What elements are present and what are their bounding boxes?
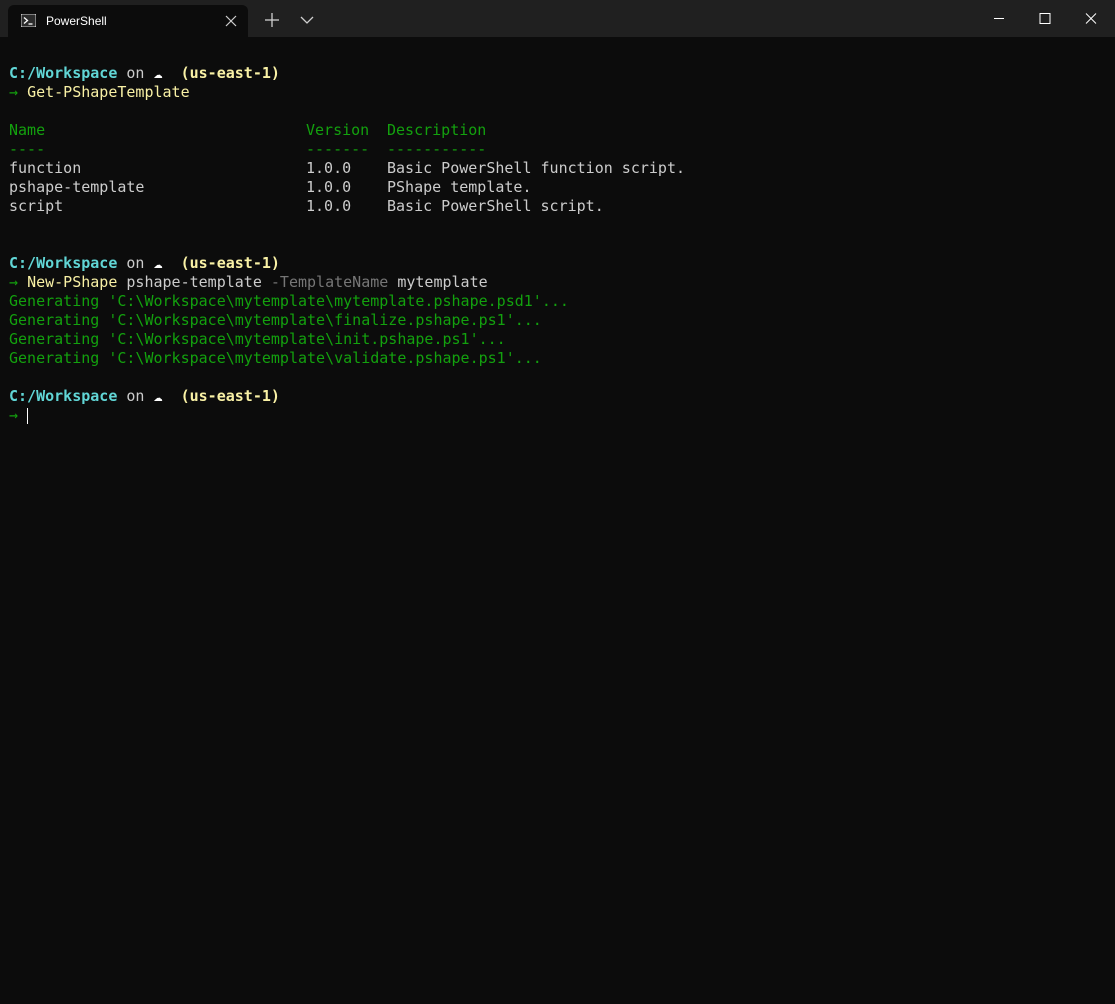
prompt-arrow: → [9,406,19,424]
table-cell-version: 1.0.0 [306,159,352,177]
cloud-icon: ☁ [153,387,163,405]
table-header-name: Name [9,121,46,139]
text-cursor [27,408,28,424]
maximize-icon[interactable] [1022,0,1068,37]
prompt-line: C:/Workspace on ☁ (us-east-1) [9,64,280,83]
table-cell-name: function [9,159,82,177]
table-separator: ------- [306,140,370,158]
prompt-on: on [126,254,145,272]
prompt-path: C:/Workspace [9,64,118,82]
close-icon[interactable] [1068,0,1114,37]
table-cell-description: Basic PowerShell function script. [387,159,686,177]
prompt-path: C:/Workspace [9,254,118,272]
table-separator: ----------- [387,140,487,158]
output-line: Generating 'C:\Workspace\mytemplate\vali… [9,349,542,367]
cloud-icon: ☁ [153,254,163,272]
prompt-line: C:/Workspace on ☁ (us-east-1) [9,254,280,273]
prompt-arrow: → [9,273,19,291]
terminal-output[interactable]: C:/Workspace on ☁ (us-east-1) → Get-PSha… [0,37,1115,1004]
output-line: Generating 'C:\Workspace\mytemplate\myte… [9,292,569,310]
table-cell-name: pshape-template [9,178,145,196]
command-line: → New-PShape pshape-template -TemplateNa… [9,273,488,292]
tab-title: PowerShell [46,14,107,28]
plus-icon[interactable] [263,11,281,29]
table-cell-name: script [9,197,64,215]
command-line: → Get-PShapeTemplate [9,83,190,102]
table-header-description: Description [387,121,487,139]
command-parameter: -TemplateName [270,273,389,291]
command-line: → [9,406,18,425]
tab-powershell[interactable]: PowerShell [8,5,248,37]
output-line: Generating 'C:\Workspace\mytemplate\fina… [9,311,542,329]
output-line: Generating 'C:\Workspace\mytemplate\init… [9,330,506,348]
table-cell-version: 1.0.0 [306,178,352,196]
powershell-icon [21,14,36,27]
table-header-version: Version [306,121,370,139]
cloud-icon: ☁ [153,64,163,82]
command-text: New-PShape [27,273,118,291]
prompt-line: C:/Workspace on ☁ (us-east-1) [9,387,280,406]
prompt-path: C:/Workspace [9,387,118,405]
table-cell-version: 1.0.0 [306,197,352,215]
chevron-down-icon[interactable] [299,13,315,27]
prompt-arrow: → [9,83,19,101]
command-text: Get-PShapeTemplate [27,83,190,101]
prompt-on: on [126,387,145,405]
prompt-region: (us-east-1) [180,387,280,405]
command-parameter-value: mytemplate [397,273,488,291]
title-bar: PowerShell [0,0,1115,37]
close-icon[interactable] [224,14,238,28]
prompt-region: (us-east-1) [180,254,280,272]
terminal-window: PowerShell C:/Workspace on ☁ (us-east-1) [0,0,1115,1004]
prompt-on: on [126,64,145,82]
prompt-region: (us-east-1) [180,64,280,82]
table-separator: ---- [9,140,46,158]
command-argument: pshape-template [126,273,262,291]
table-cell-description: Basic PowerShell script. [387,197,604,215]
minimize-icon[interactable] [976,0,1022,37]
table-cell-description: PShape template. [387,178,532,196]
